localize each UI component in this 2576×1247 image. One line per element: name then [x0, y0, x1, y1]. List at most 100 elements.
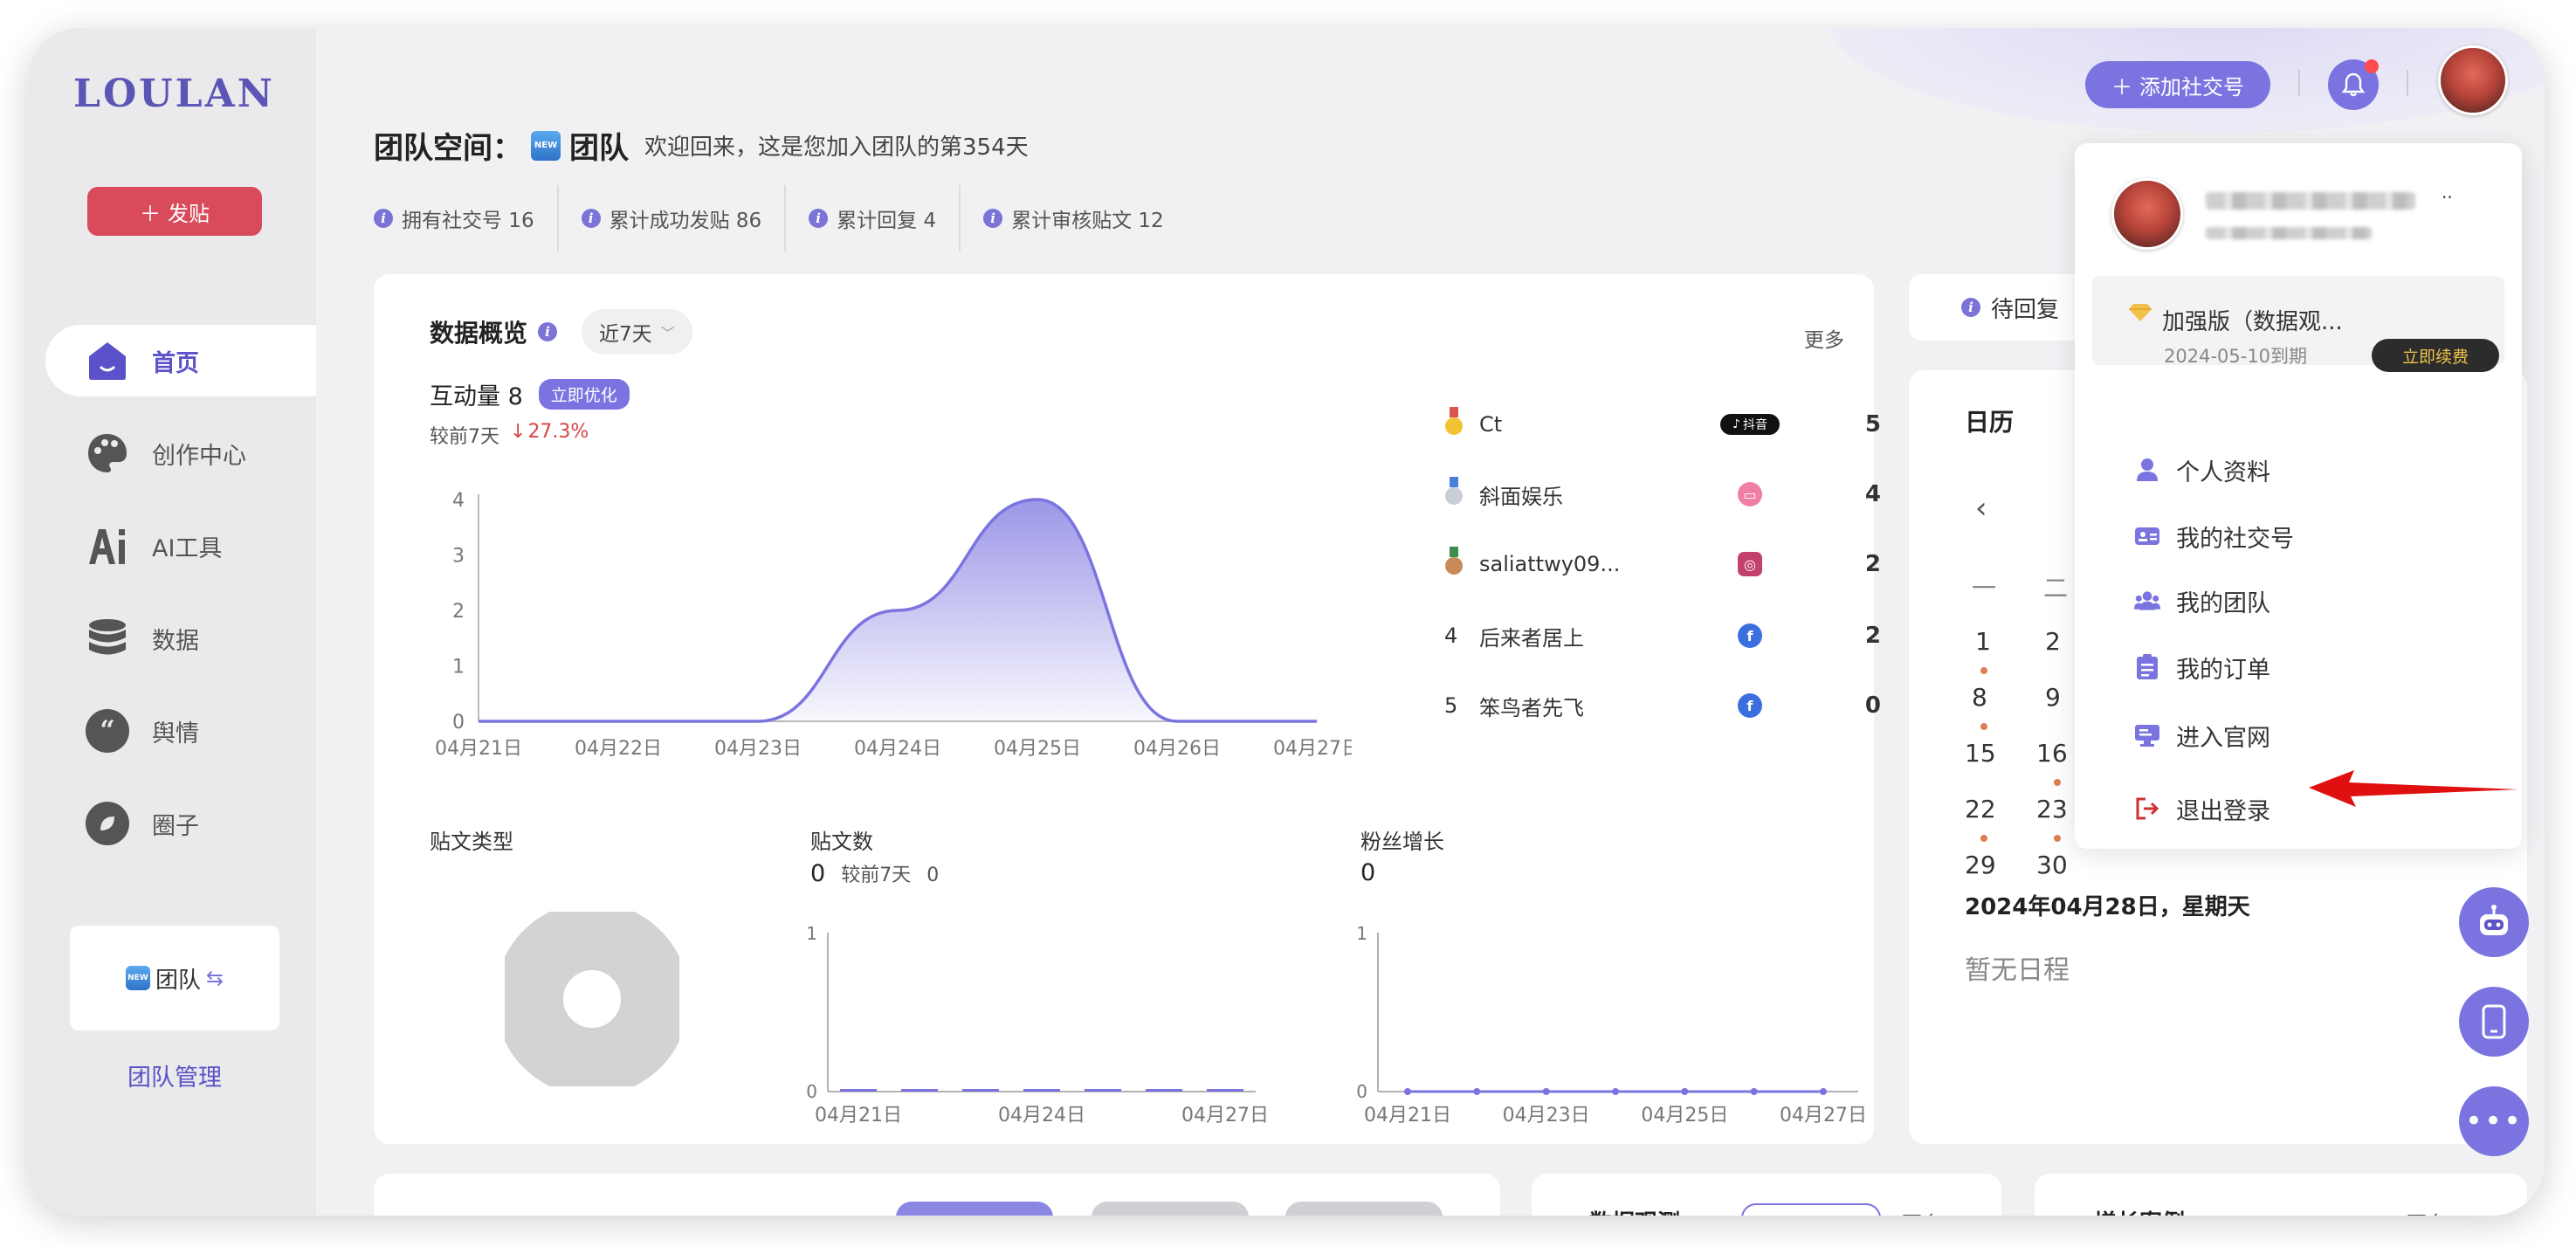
optimize-badge[interactable]: 立即优化 — [538, 379, 630, 410]
x-tick-label: 04月22日 — [575, 738, 662, 760]
ranking-value: 2 — [1864, 623, 1881, 649]
ai-icon — [86, 524, 129, 568]
chevron-down-icon: ﹀ — [660, 325, 675, 341]
sidebar-item-ai-tools[interactable]: AI工具 — [45, 510, 316, 582]
period-select[interactable]: 近7天 ﹀ — [582, 309, 692, 355]
menu-item-label: 我的社交号 — [2176, 525, 2294, 553]
info-icon: i — [1961, 298, 1980, 317]
interaction-row: 互动量 8 立即优化 — [430, 377, 630, 411]
team-management-link[interactable]: 团队管理 — [70, 1058, 279, 1092]
x-tick-label: 04月23日 — [1503, 1105, 1590, 1126]
interaction-label: 互动量 8 — [430, 383, 523, 410]
instagram-icon: ◎ — [1671, 552, 1829, 576]
user-avatar[interactable] — [2438, 45, 2508, 115]
event-dot — [2054, 835, 2061, 842]
calendar-day[interactable]: 30 — [2036, 851, 2068, 879]
menu-logout[interactable]: 退出登录 — [2134, 789, 2270, 828]
blurred-user-id — [2206, 227, 2372, 239]
sidebar-item-label: 数据 — [152, 627, 199, 655]
observation-more-link[interactable]: 更多 — [1902, 1207, 1942, 1216]
x-tick-label: 04月21日 — [435, 738, 522, 760]
post-button[interactable]: ＋ 发贴 — [87, 187, 262, 236]
user-menu-dropdown: ·· 加强版（数据观... 2024-05-10到期 立即续费 个人资料 我的社… — [2075, 143, 2522, 849]
calendar-day[interactable]: 2 — [2045, 627, 2061, 656]
event-dot — [1980, 723, 1987, 730]
add-observation-button[interactable] — [1741, 1203, 1881, 1216]
bottom-tab[interactable] — [1285, 1202, 1443, 1216]
interaction-compare: 较前7天 ↓ 27.3% — [430, 421, 589, 449]
bar — [1085, 1089, 1121, 1092]
sidebar-item-data[interactable]: 数据 — [45, 603, 316, 674]
ranking-row: 斜面娱乐 ▭ 4 — [1444, 477, 1881, 512]
sidebar: LOULAN ＋ 发贴 首页 创作中心 AI工具 数据 “ 舆情 圈子 NEW … — [28, 28, 316, 1216]
header-divider — [2407, 70, 2408, 96]
clipboard-icon — [2134, 654, 2160, 680]
bilibili-icon: ▭ — [1671, 482, 1829, 506]
calendar-day[interactable]: 9 — [2045, 683, 2061, 712]
overview-header: 数据概览 i 近7天 ﹀ — [430, 309, 692, 355]
post-count-bar-chart: 1 0 04月21日 04月24日 04月27日 — [806, 923, 1269, 1126]
logout-icon — [2134, 796, 2160, 822]
title-prefix: 团队空间： — [374, 131, 522, 166]
bronze-medal-icon — [1444, 547, 1479, 582]
calendar-day[interactable]: 29 — [1965, 851, 1996, 879]
y-tick-label: 0 — [452, 712, 465, 734]
bottom-tab-active[interactable] — [896, 1202, 1053, 1216]
compare-label: 较前7天 — [430, 426, 499, 448]
sidebar-item-circle[interactable]: 圈子 — [45, 788, 316, 859]
team-switcher[interactable]: NEW 团队 ⇆ — [70, 926, 279, 1030]
monitor-icon — [2134, 722, 2160, 748]
interaction-area-chart: 0 1 2 3 4 04月21日 04月22日 04月23日 04月24日 04月25日 04月26… — [435, 490, 1352, 760]
platform-label: 抖音 — [1742, 418, 1767, 432]
menu-official-site[interactable]: 进入官网 — [2134, 716, 2270, 754]
menu-item-label: 个人资料 — [2176, 458, 2270, 486]
silver-medal-icon — [1444, 477, 1479, 512]
stat-replies: i 累计回复 4 — [784, 185, 959, 251]
calendar-day[interactable]: 8 — [1972, 683, 1987, 712]
menu-my-team[interactable]: 我的团队 — [2134, 582, 2270, 620]
calendar-day[interactable]: 1 — [1975, 627, 1991, 656]
menu-my-orders[interactable]: 我的订单 — [2134, 648, 2270, 686]
post-type-label: 贴文类型 — [430, 830, 513, 854]
menu-profile[interactable]: 个人资料 — [2134, 451, 2270, 489]
calendar-day[interactable]: 22 — [1965, 795, 1996, 823]
data-point — [1750, 1088, 1758, 1095]
period-value: 近7天 — [599, 323, 652, 346]
annotation-arrow — [2309, 770, 2518, 807]
calendar-title: 日历 — [1965, 408, 2015, 437]
sidebar-item-home[interactable]: 首页 — [45, 325, 316, 396]
overview-more-link[interactable]: 更多 — [1804, 323, 1844, 353]
growth-more-link[interactable]: 更多 — [2407, 1207, 2447, 1216]
menu-social-accounts[interactable]: 我的社交号 — [2134, 517, 2294, 555]
menu-item-label: 我的团队 — [2176, 589, 2270, 617]
stat-text: 拥有社交号 16 — [402, 210, 534, 232]
x-tick-label: 04月27日 — [1780, 1105, 1867, 1126]
more-options-icon[interactable]: ••• — [2459, 1086, 2529, 1156]
y-tick-label: 1 — [452, 657, 465, 679]
ranking-row: 5 笨鸟者先飞 f 0 — [1444, 688, 1881, 723]
ranking-name: Ct — [1479, 412, 1503, 437]
bottom-tab[interactable] — [1092, 1202, 1249, 1216]
sidebar-item-creation[interactable]: 创作中心 — [45, 417, 316, 489]
renew-button[interactable]: 立即续费 — [2372, 339, 2499, 372]
blurred-username — [2206, 192, 2415, 210]
team-name: 团队 — [155, 967, 201, 994]
mobile-icon[interactable] — [2459, 987, 2529, 1057]
menu-item-label: 我的订单 — [2176, 656, 2270, 684]
no-schedule-text: 暂无日程 — [1965, 955, 2070, 986]
robot-assistant-icon[interactable] — [2459, 887, 2529, 957]
data-point — [1404, 1088, 1411, 1095]
data-point — [1542, 1088, 1550, 1095]
calendar-day[interactable]: 15 — [1965, 739, 1996, 768]
sidebar-item-sentiment[interactable]: “ 舆情 — [45, 695, 316, 767]
chevron-left-icon[interactable]: ‹ — [1975, 491, 1987, 526]
calendar-day[interactable]: 16 — [2036, 739, 2068, 768]
sidebar-item-label: 创作中心 — [152, 442, 246, 470]
info-icon: i — [581, 209, 601, 228]
menu-item-label: 进入官网 — [2176, 724, 2270, 752]
event-dot — [1980, 835, 1987, 842]
calendar-day[interactable]: 23 — [2036, 795, 2068, 823]
add-social-account-button[interactable]: ＋ 添加社交号 — [2085, 61, 2270, 108]
data-point — [1681, 1088, 1689, 1095]
post-compare-value: 0 — [926, 865, 940, 886]
